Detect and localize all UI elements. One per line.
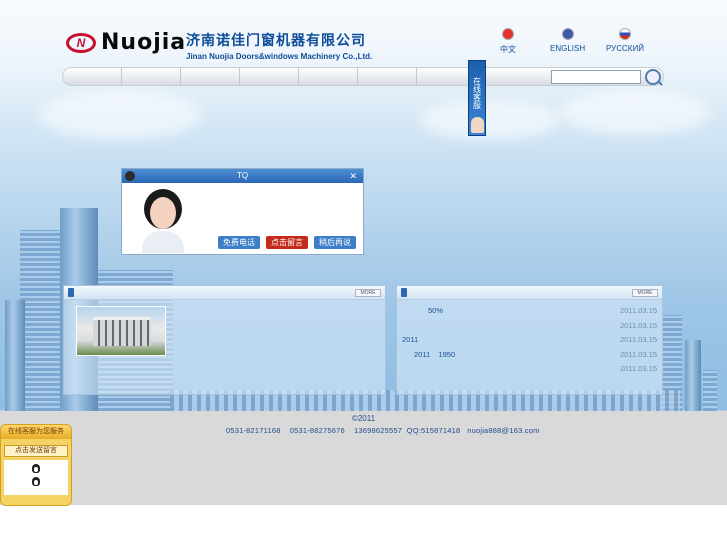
qq-penguin-icon[interactable] [32,464,40,473]
language-english[interactable]: ENGLISH [550,28,585,53]
news-date: 2011.03.15 [620,306,657,315]
panel-header: MORE [397,286,662,300]
leave-message-button[interactable]: 点击留言 [266,236,308,249]
qq-chat-popup: TQ ✕ 免费电话 点击留言 稍后再说 [121,168,364,255]
nav-item[interactable] [240,68,299,85]
nav-item[interactable] [358,68,417,85]
language-label: ENGLISH [550,44,586,53]
building-decoration [703,370,717,411]
language-chinese[interactable]: 中文 [500,28,516,55]
building-decoration [20,230,62,411]
qq-penguin-icon[interactable] [32,477,40,486]
customer-service-avatar [140,189,186,253]
russia-flag-icon [618,28,631,40]
online-service-tab[interactable]: 在线客服 [468,60,486,136]
list-item[interactable]: 2011.03.15 [402,364,657,379]
online-service-widget: 在线客服为您服务 点击发送留言 [0,424,72,506]
search-input[interactable] [551,70,641,84]
contact-info: 0531-82171168 0531-88275676 13698625557 … [226,426,540,435]
news-title[interactable]: 2011 1950 [414,350,455,359]
qq-popup-title: TQ [236,171,249,180]
more-button[interactable]: MORE [632,289,658,297]
building-decoration [5,300,25,411]
cloud-decoration [560,90,710,135]
send-message-button[interactable]: 点击发送留言 [4,445,68,457]
factory-photo[interactable] [76,306,166,356]
news-panel-left: MORE [63,285,386,395]
list-item[interactable]: 2011.03.15 [402,321,657,336]
company-logo[interactable]: N Nuojia [66,30,186,55]
company-name: 济南诺佳门窗机器有限公司 Jinan Nuojia Doors&windows … [186,30,372,61]
service-tab-label: 在线客服 [472,77,482,109]
logo-wordmark: Nuojia [101,30,187,55]
company-name-english: Jinan Nuojia Doors&windows Machinery Co.… [186,52,373,61]
language-label: РУССКИЙ [606,44,644,53]
company-name-chinese: 济南诺佳门窗机器有限公司 [186,32,366,48]
news-title[interactable]: 50% [428,306,443,315]
nav-item[interactable] [63,68,122,85]
news-list: 50% 2011.03.15 2011.03.15 2011 2011.03.1… [402,306,657,379]
news-date: 2011.03.15 [620,364,657,373]
news-date: 2011.03.15 [620,320,657,330]
news-date: 2011.03.15 [620,349,657,359]
china-flag-icon [502,28,514,40]
nav-item[interactable] [122,68,181,85]
avatar-body [142,231,184,253]
qq-popup-titlebar: TQ ✕ [122,169,363,183]
search-icon[interactable] [645,69,661,85]
later-button[interactable]: 稍后再说 [314,236,356,249]
cloud-decoration [420,100,560,140]
news-date: 2011.03.15 [620,335,657,344]
cloud-decoration [40,90,200,140]
logo-mark-icon: N [66,32,96,53]
more-button[interactable]: MORE [355,289,381,297]
qq-logo-icon [125,171,135,181]
copyright-text: ©2011 [351,414,376,423]
service-agent-avatar [471,117,484,133]
language-label: 中文 [500,45,516,54]
free-call-button[interactable]: 免费电话 [218,236,260,249]
uk-flag-icon [561,28,574,40]
close-icon[interactable]: ✕ [349,169,357,183]
list-item[interactable]: 2011 2011.03.15 [402,335,657,350]
news-title[interactable]: 2011 [402,335,418,344]
panel-bullet-icon [68,288,74,297]
nav-item[interactable] [299,68,358,85]
list-item[interactable]: 2011 1950 2011.03.15 [402,350,657,365]
panel-header: MORE [64,286,385,300]
list-item[interactable]: 50% 2011.03.15 [402,306,657,321]
qq-contact-list [4,460,68,495]
language-russian[interactable]: РУССКИЙ [606,28,644,53]
nav-item[interactable] [181,68,240,85]
widget-title: 在线客服为您服务 [1,425,71,439]
news-panel-right: MORE 50% 2011.03.15 2011.03.15 2011 2011… [396,285,663,395]
building-decoration [685,340,701,411]
panel-bullet-icon [401,288,407,297]
avatar-face [150,197,176,229]
